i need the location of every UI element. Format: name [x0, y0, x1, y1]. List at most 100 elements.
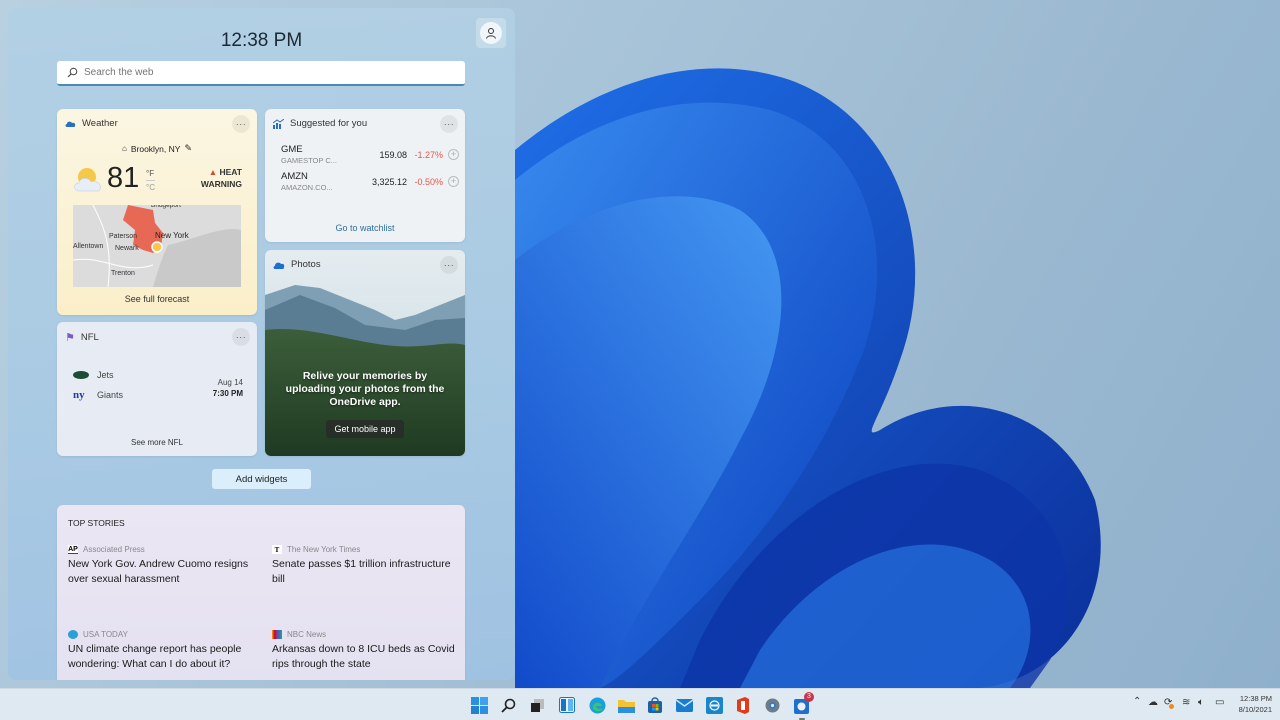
sync-tray-button[interactable]: ⟳ — [1164, 697, 1174, 709]
search-button[interactable] — [496, 693, 520, 717]
see-more-nfl-link[interactable]: See more NFL — [57, 438, 257, 447]
app-icon — [705, 696, 723, 714]
wifi-icon: ≋ — [1182, 697, 1191, 708]
notification-app-button[interactable]: 3 — [790, 692, 814, 720]
story-source: NBC News — [287, 630, 327, 639]
battery-button[interactable]: ▭ — [1215, 697, 1224, 708]
onedrive-tray-button[interactable]: ☁ — [1148, 697, 1158, 708]
app-button[interactable] — [702, 693, 726, 717]
usa-today-logo-icon — [68, 630, 78, 639]
task-view-button[interactable] — [525, 693, 549, 717]
settings-button[interactable] — [760, 693, 784, 717]
game-time: 7:30 PM — [212, 389, 243, 398]
photos-title: Photos — [291, 259, 321, 270]
battery-icon: ▭ — [1215, 697, 1225, 708]
notification-badge: 3 — [804, 692, 814, 702]
jets-logo-icon — [73, 371, 89, 379]
web-search-box[interactable] — [57, 61, 465, 86]
show-hidden-icons-button[interactable]: ⌃ — [1133, 696, 1141, 707]
stock-change: -0.50% — [414, 177, 443, 187]
mail-icon — [675, 698, 693, 712]
story-source: The New York Times — [287, 545, 361, 554]
map-label-allentown: Allentown — [73, 243, 103, 250]
story-title: Senate passes $1 trillion infrastructure… — [272, 558, 451, 585]
desktop: 12:38 PM Weather ··· ⌂ Brooklyn, NY ✎ 81… — [0, 0, 1280, 688]
story-source: Associated Press — [83, 545, 145, 554]
person-icon — [486, 28, 496, 39]
taskbar: 3 ⌃ ☁ ⟳ ≋ 🔈︎ ▭ 12:38 PM 8/10/2021 — [0, 688, 1280, 720]
news-story[interactable]: T The New York Times Senate passes $1 tri… — [272, 545, 462, 587]
nfl-runner-icon: ⚑ — [65, 332, 75, 344]
stocks-widget[interactable]: Suggested for you ··· GME GAMESTOP C... … — [265, 109, 465, 242]
map-label-paterson: Paterson — [109, 233, 137, 240]
add-widgets-button[interactable]: Add widgets — [212, 469, 311, 489]
file-explorer-button[interactable] — [614, 693, 638, 717]
home-icon: ⌂ — [122, 144, 127, 153]
warning-icon: ▲ — [208, 167, 218, 177]
partly-cloudy-icon — [74, 168, 101, 192]
game-item[interactable]: Jets ny Giants Aug 14 7:30 PM — [73, 370, 243, 410]
add-to-watchlist-icon[interactable]: + — [448, 176, 459, 187]
store-button[interactable] — [643, 693, 667, 717]
weather-more-button[interactable]: ··· — [232, 115, 250, 133]
story-title: New York Gov. Andrew Cuomo resigns over … — [68, 558, 249, 585]
story-source: USA TODAY — [83, 630, 128, 639]
team2-name: Giants — [97, 390, 124, 400]
nfl-widget[interactable]: ⚑ NFL ··· Jets ny Giants Aug 14 7:30 PM S… — [57, 322, 257, 456]
location-marker — [151, 241, 163, 253]
map-label-bridgeport: Bridgeport — [151, 205, 181, 209]
temperature: 81 — [107, 162, 140, 194]
giants-logo-icon: ny — [73, 389, 85, 401]
mail-button[interactable] — [672, 693, 696, 717]
widgets-button[interactable] — [555, 693, 579, 717]
stocks-more-button[interactable]: ··· — [440, 115, 458, 133]
story-title: UN climate change report has people wond… — [68, 643, 242, 670]
go-to-watchlist-link[interactable]: Go to watchlist — [265, 223, 465, 233]
photos-more-button[interactable]: ··· — [440, 256, 458, 274]
search-icon — [500, 698, 515, 713]
top-stories-widget: TOP STORIES AP Associated Press New York … — [57, 505, 465, 680]
volume-button[interactable]: 🔈︎ — [1198, 697, 1204, 708]
stock-row[interactable]: AMZN AMAZON.CO... 3,325.12 -0.50% + — [281, 171, 459, 197]
photos-message: Relive your memories by uploading your p… — [285, 370, 445, 408]
cloud-icon: ☁ — [1148, 697, 1158, 708]
clock-time: 12:38 PM — [1239, 694, 1272, 703]
photos-widget[interactable]: Photos ··· Relive your memories by uploa… — [265, 250, 465, 456]
profile-button[interactable] — [476, 18, 506, 48]
office-button[interactable] — [731, 693, 755, 717]
edge-button[interactable] — [585, 693, 609, 717]
nfl-more-button[interactable]: ··· — [232, 328, 250, 346]
edit-location-icon[interactable]: ✎ — [184, 143, 192, 154]
weather-location[interactable]: Brooklyn, NY — [131, 144, 181, 154]
taskbar-clock[interactable]: 12:38 PM 8/10/2021 — [1234, 693, 1272, 715]
search-input[interactable] — [84, 67, 444, 78]
search-icon — [67, 67, 78, 78]
widgets-panel: 12:38 PM Weather ··· ⌂ Brooklyn, NY ✎ 81… — [8, 8, 515, 680]
stocks-title: Suggested for you — [290, 118, 368, 129]
map-label-newark: Newark — [115, 245, 139, 252]
story-title: Arkansas down to 8 ICU beds as Covid rip… — [272, 643, 455, 670]
clock-date: 8/10/2021 — [1238, 705, 1272, 714]
weather-widget[interactable]: Weather ··· ⌂ Brooklyn, NY ✎ 81 °F °C ▲ … — [57, 109, 257, 315]
stock-change: -1.27% — [414, 150, 443, 160]
unit-celsius[interactable]: °C — [146, 181, 155, 194]
unit-fahrenheit[interactable]: °F — [146, 167, 155, 181]
stocks-chart-icon — [273, 118, 284, 129]
stock-row[interactable]: GME GAMESTOP C... 159.08 -1.27% + — [281, 144, 459, 170]
see-full-forecast-link[interactable]: See full forecast — [57, 294, 257, 304]
network-button[interactable]: ≋ — [1182, 697, 1190, 708]
widgets-icon — [559, 697, 575, 713]
get-mobile-app-button[interactable]: Get mobile app — [326, 420, 404, 438]
news-story[interactable]: AP Associated Press New York Gov. Andrew … — [68, 545, 258, 587]
news-story[interactable]: NBC News Arkansas down to 8 ICU beds as … — [272, 630, 462, 672]
file-explorer-icon — [617, 699, 635, 713]
add-to-watchlist-icon[interactable]: + — [448, 149, 459, 160]
weather-cloud-icon — [65, 121, 76, 127]
chevron-up-icon: ⌃ — [1133, 696, 1142, 707]
weather-map[interactable]: Bridgeport Paterson New York Allentown N… — [73, 205, 241, 287]
alert-line2: WARNING — [200, 179, 242, 189]
nbc-logo-icon — [272, 630, 282, 639]
stock-price: 3,325.12 — [371, 177, 407, 187]
news-story[interactable]: USA TODAY UN climate change report has p… — [68, 630, 258, 672]
start-button[interactable] — [467, 693, 491, 717]
